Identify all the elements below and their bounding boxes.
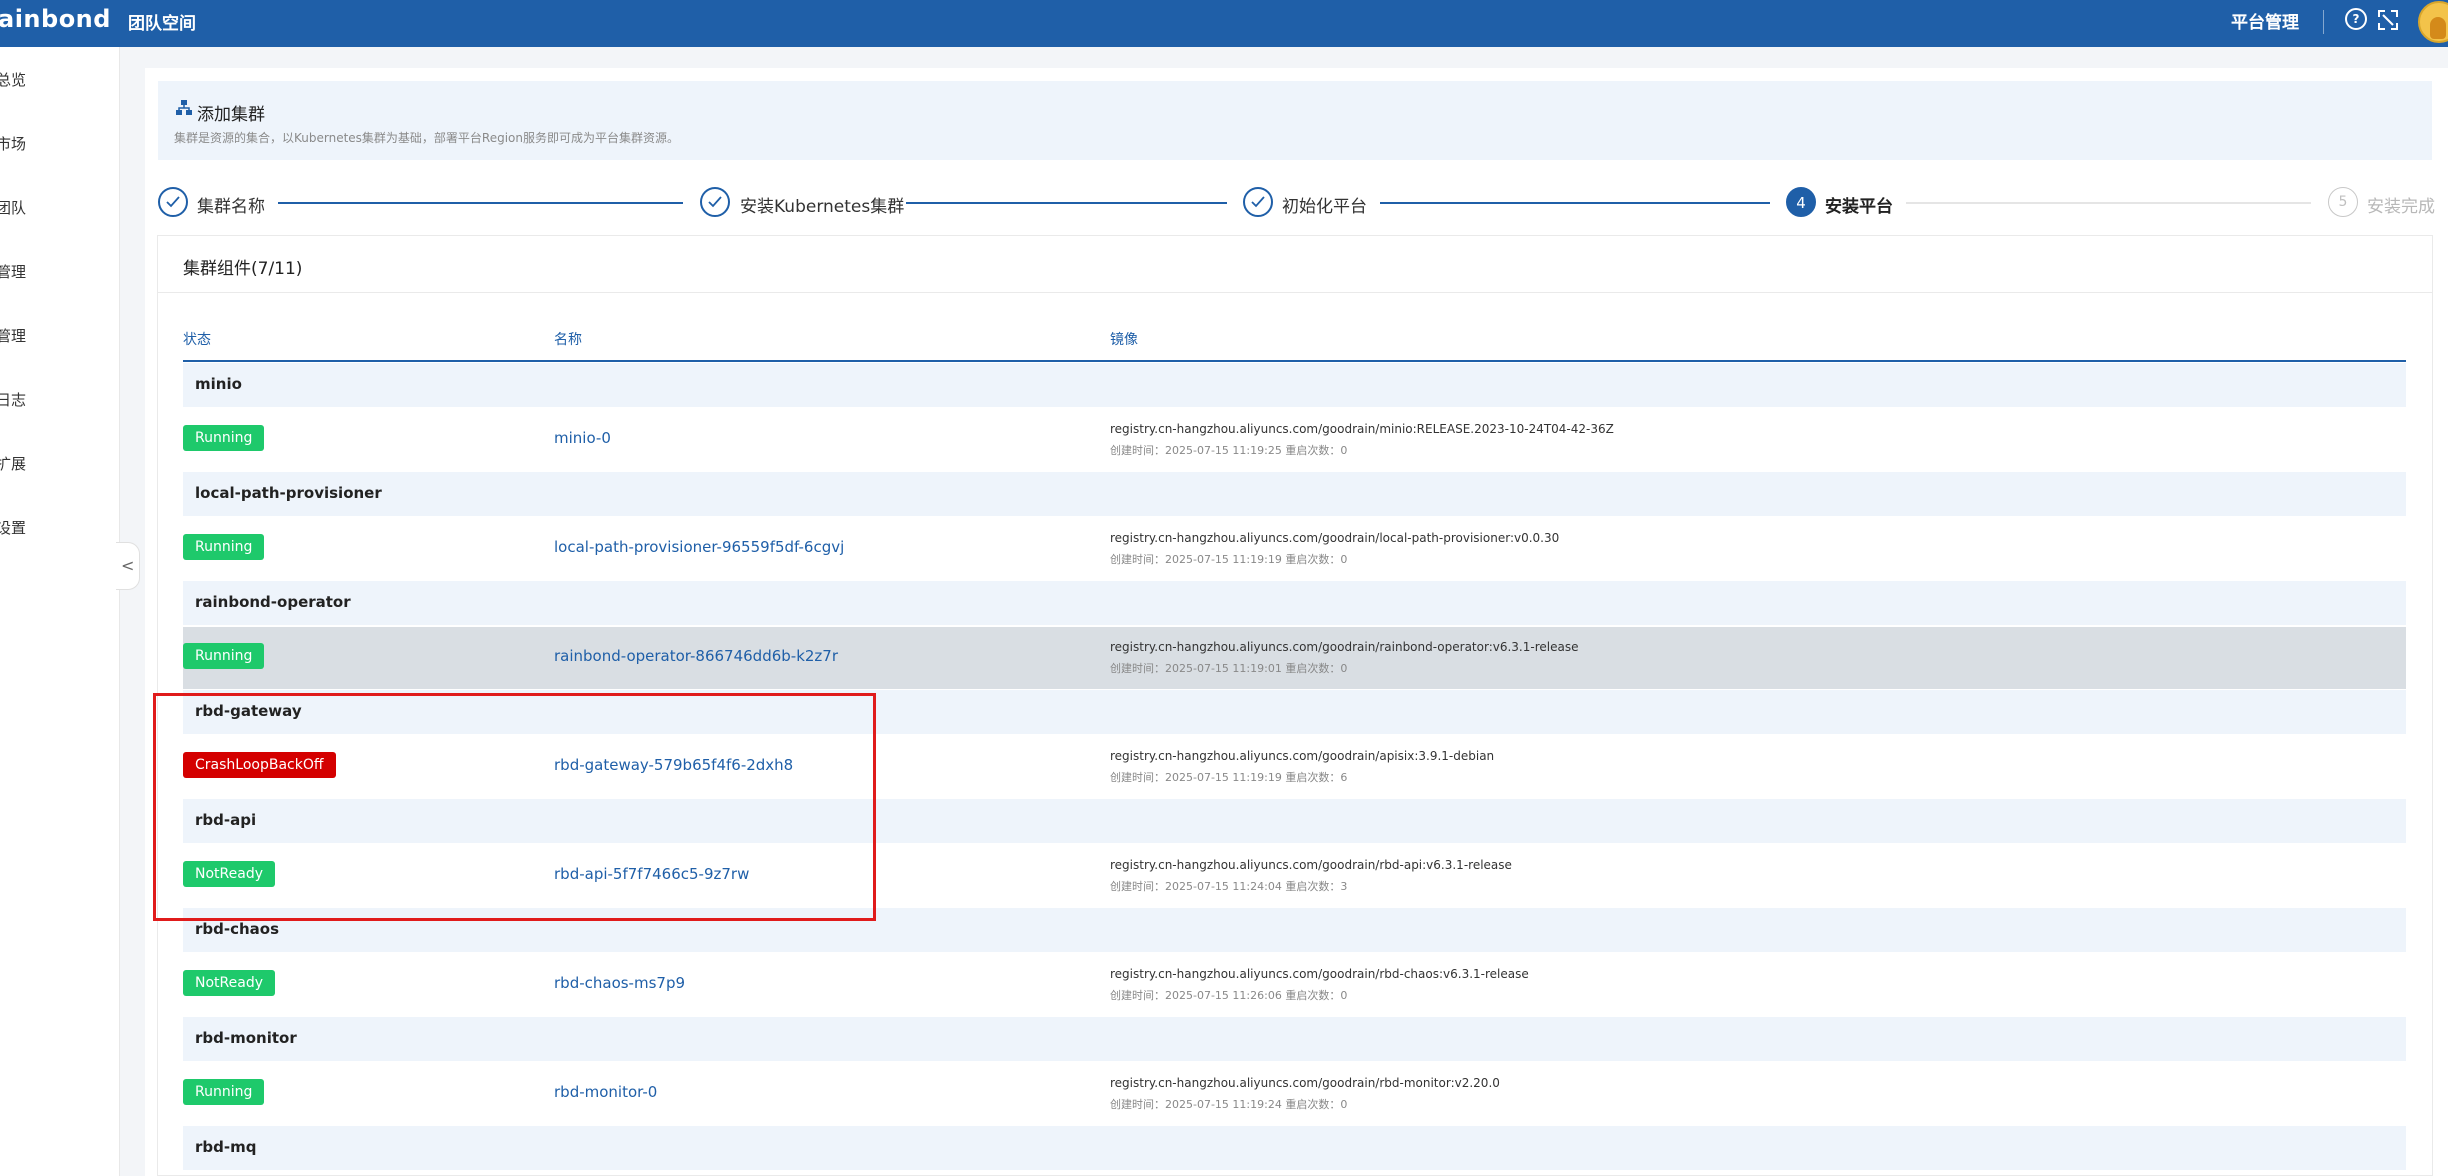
- app-logo[interactable]: ainbond: [0, 5, 111, 33]
- user-avatar[interactable]: [2418, 1, 2448, 43]
- pod-meta: 创建时间：2025-07-15 11:26:06 重启次数：0: [1110, 989, 1348, 1002]
- sidebar-item-management-1[interactable]: 管理: [0, 261, 26, 282]
- step-3-label: 初始化平台: [1282, 197, 1367, 217]
- component-group-name: rbd-chaos: [195, 920, 280, 938]
- table-header-divider: [183, 360, 2406, 362]
- step-1-label: 集群名称: [197, 197, 265, 217]
- step-2-circle: [700, 187, 730, 217]
- check-icon: [166, 196, 180, 208]
- components-title: 集群组件(7/11): [183, 259, 303, 279]
- step-1-circle: [158, 187, 188, 217]
- pod-row: Running rainbond-operator-866746dd6b-k2z…: [183, 627, 2406, 689]
- step-4-circle: 4: [1786, 187, 1816, 217]
- cluster-icon: [176, 100, 192, 115]
- pod-image: registry.cn-hangzhou.aliyuncs.com/goodra…: [1110, 640, 1579, 654]
- step-5-label: 安装完成: [2367, 197, 2435, 217]
- pod-meta: 创建时间：2025-07-15 11:19:19 重启次数：6: [1110, 771, 1348, 784]
- check-icon: [708, 196, 722, 208]
- sidebar-collapse-button[interactable]: <: [116, 542, 140, 590]
- fullscreen-exit-icon[interactable]: [2377, 9, 2399, 31]
- pod-image: registry.cn-hangzhou.aliyuncs.com/goodra…: [1110, 858, 1512, 872]
- sidebar-item-extensions[interactable]: 扩展: [0, 453, 26, 474]
- component-group-name: rbd-mq: [195, 1138, 257, 1156]
- pod-meta: 创建时间：2025-07-15 11:19:24 重启次数：0: [1110, 1098, 1348, 1111]
- pod-meta: 创建时间：2025-07-15 11:19:25 重启次数：0: [1110, 444, 1348, 457]
- step-connector: [1380, 202, 1770, 204]
- component-group-name: minio: [195, 375, 242, 393]
- step-3-circle: [1243, 187, 1273, 217]
- pod-meta: 创建时间：2025-07-15 11:19:01 重启次数：0: [1110, 662, 1348, 675]
- pod-name-link[interactable]: rainbond-operator-866746dd6b-k2z7r: [554, 647, 838, 665]
- pod-image: registry.cn-hangzhou.aliyuncs.com/goodra…: [1110, 1076, 1500, 1090]
- platform-management-link[interactable]: 平台管理: [2231, 8, 2299, 33]
- pod-row: Running rbd-monitor-0 registry.cn-hangzh…: [183, 1063, 2406, 1125]
- team-space-title[interactable]: 团队空间: [128, 9, 196, 34]
- check-icon: [1251, 196, 1265, 208]
- sidebar-item-team[interactable]: 团队: [0, 197, 26, 218]
- status-badge: Running: [183, 643, 265, 669]
- topbar-divider: [2323, 10, 2324, 34]
- step-connector: [906, 202, 1227, 204]
- pod-image: registry.cn-hangzhou.aliyuncs.com/goodra…: [1110, 422, 1614, 436]
- pod-name-link[interactable]: minio-0: [554, 429, 611, 447]
- component-group-name: rainbond-operator: [195, 593, 351, 611]
- component-group-name: local-path-provisioner: [195, 484, 382, 502]
- status-badge: Running: [183, 425, 265, 451]
- pod-meta: 创建时间：2025-07-15 11:19:19 重启次数：0: [1110, 553, 1348, 566]
- pod-name-link[interactable]: rbd-chaos-ms7p9: [554, 974, 685, 992]
- sidebar-item-market[interactable]: 市场: [0, 133, 26, 154]
- error-highlight-box: [153, 693, 876, 921]
- step-connector: [1906, 202, 2311, 204]
- sidebar-item-management-2[interactable]: 管理: [0, 325, 26, 346]
- step-4-label: 安装平台: [1825, 197, 1893, 217]
- sidebar-item-settings[interactable]: 设置: [0, 517, 26, 538]
- component-group-name: rbd-monitor: [195, 1029, 297, 1047]
- pod-name-link[interactable]: local-path-provisioner-96559f5df-6cgvj: [554, 538, 844, 556]
- component-group-row: minio: [183, 363, 2406, 407]
- divider: [157, 292, 2433, 293]
- pod-image: registry.cn-hangzhou.aliyuncs.com/goodra…: [1110, 749, 1495, 763]
- step-2-label: 安装Kubernetes集群: [740, 197, 905, 217]
- column-header-image: 镜像: [1110, 332, 1138, 348]
- step-connector: [278, 202, 683, 204]
- component-group-row: rainbond-operator: [183, 581, 2406, 625]
- component-group-row: rbd-mq: [183, 1126, 2406, 1170]
- page-description: 集群是资源的集合，以Kubernetes集群为基础，部署平台Region服务即可…: [174, 131, 680, 145]
- status-badge: Running: [183, 534, 265, 560]
- status-badge: Running: [183, 1079, 265, 1105]
- pod-image: registry.cn-hangzhou.aliyuncs.com/goodra…: [1110, 967, 1529, 981]
- sidebar: 总览 市场 团队 管理 管理 日志 扩展 设置: [0, 47, 120, 1176]
- page-header: [158, 81, 2432, 160]
- pod-row: Running local-path-provisioner-96559f5df…: [183, 518, 2406, 580]
- component-group-row: local-path-provisioner: [183, 472, 2406, 516]
- pod-name-link[interactable]: rbd-monitor-0: [554, 1083, 657, 1101]
- pod-row: NotReady rbd-chaos-ms7p9 registry.cn-han…: [183, 954, 2406, 1016]
- top-navbar: ainbond 团队空间 平台管理 ?: [0, 0, 2448, 47]
- pod-meta: 创建时间：2025-07-15 11:24:04 重启次数：3: [1110, 880, 1348, 893]
- column-header-name: 名称: [554, 332, 582, 348]
- pod-image: registry.cn-hangzhou.aliyuncs.com/goodra…: [1110, 531, 1560, 545]
- sidebar-item-logs[interactable]: 日志: [0, 389, 26, 410]
- column-header-status: 状态: [183, 332, 211, 348]
- help-icon[interactable]: ?: [2345, 8, 2367, 30]
- page-title: 添加集群: [197, 105, 265, 125]
- chevron-left-icon: <: [121, 556, 135, 575]
- status-badge: NotReady: [183, 970, 275, 996]
- step-5-circle: 5: [2328, 187, 2358, 217]
- component-group-row: rbd-monitor: [183, 1017, 2406, 1061]
- sidebar-item-overview[interactable]: 总览: [0, 69, 26, 90]
- pod-row: Running minio-0 registry.cn-hangzhou.ali…: [183, 409, 2406, 471]
